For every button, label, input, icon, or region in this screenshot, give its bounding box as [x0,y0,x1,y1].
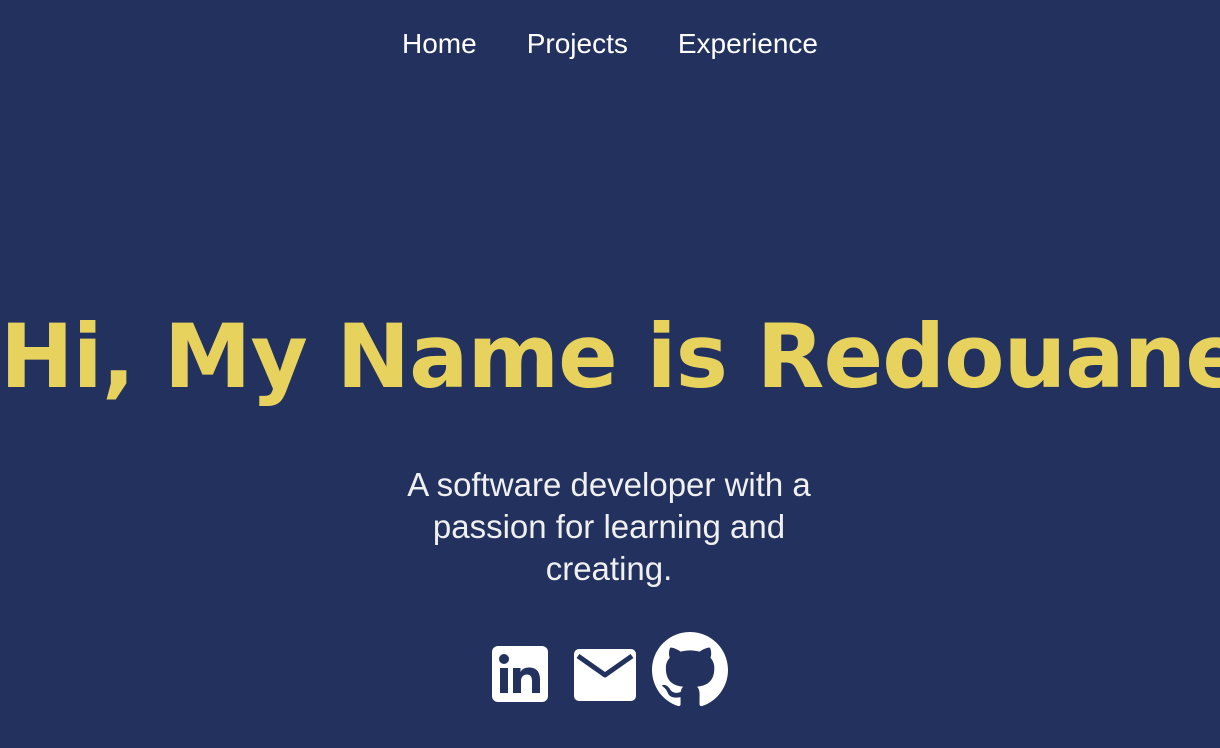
nav-projects-link[interactable]: Projects [527,26,628,62]
github-icon [652,632,728,707]
hero-tagline: A software developer with a passion for … [407,466,811,587]
hero-title: Hi, My Name is Redouane [0,305,1220,408]
email-link[interactable] [574,649,636,701]
nav-experience-link[interactable]: Experience [678,26,818,62]
main-nav: Home Projects Experience [0,26,1220,62]
linkedin-link[interactable] [492,646,548,702]
linkedin-icon [492,646,548,702]
nav-home-link[interactable]: Home [402,26,477,62]
mail-icon [574,649,636,701]
github-link[interactable] [652,632,728,708]
social-links [0,632,1220,708]
